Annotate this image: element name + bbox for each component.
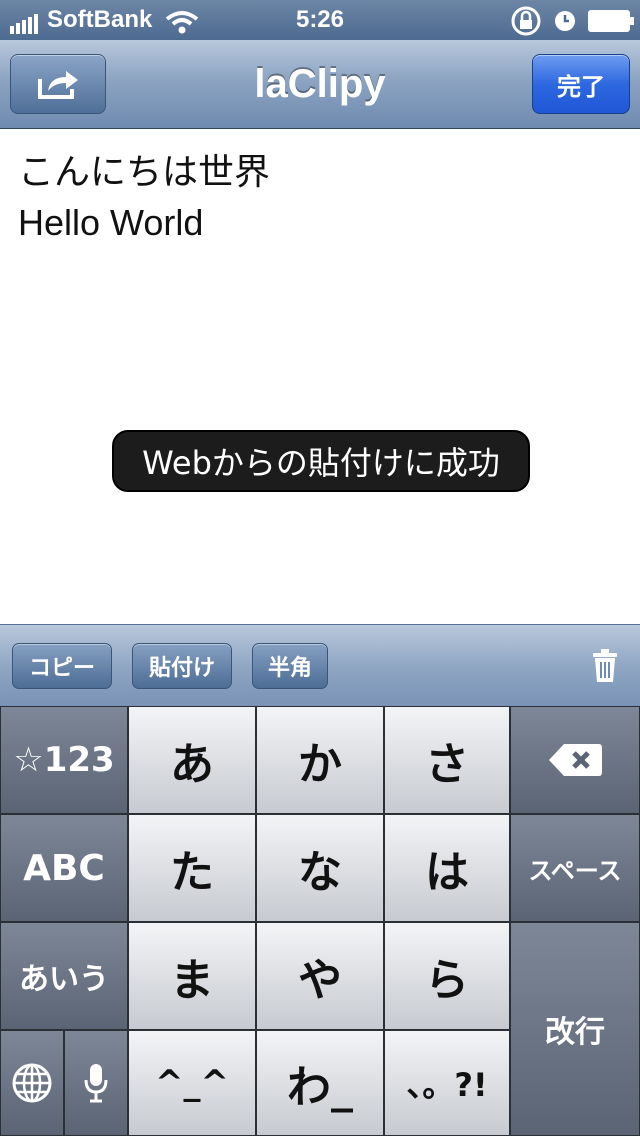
- toast-message: Webからの貼付けに成功: [112, 430, 530, 492]
- key-ka[interactable]: か: [256, 706, 384, 814]
- backspace-icon: [549, 744, 602, 776]
- key-ya[interactable]: や: [256, 922, 384, 1030]
- kana-mode-key[interactable]: あいう: [0, 922, 128, 1030]
- key-ma[interactable]: ま: [128, 922, 256, 1030]
- microphone-key[interactable]: [64, 1030, 128, 1136]
- alarm-clock-icon: [555, 11, 575, 31]
- copy-button[interactable]: コピー: [12, 643, 112, 689]
- symbols-key[interactable]: ☆123: [0, 706, 128, 814]
- text-editor[interactable]: こんにちは世界 Hello World: [18, 148, 622, 248]
- return-key[interactable]: 改行: [510, 922, 640, 1136]
- status-bar: SoftBank 5:26: [0, 0, 640, 40]
- key-na[interactable]: な: [256, 814, 384, 922]
- delete-key[interactable]: [510, 706, 640, 814]
- keyboard: ☆123 あ か さ ABC た な は スペース あいう ま や ら 改行 ^…: [0, 706, 640, 1136]
- key-a[interactable]: あ: [128, 706, 256, 814]
- globe-key[interactable]: [0, 1030, 64, 1136]
- navigation-bar: laClipy 完了: [0, 40, 640, 129]
- trash-icon[interactable]: [592, 649, 618, 683]
- key-ra[interactable]: ら: [384, 922, 510, 1030]
- halfwidth-button[interactable]: 半角: [252, 643, 328, 689]
- battery-icon: [588, 10, 634, 32]
- abc-key[interactable]: ABC: [0, 814, 128, 922]
- text-line-2: Hello World: [18, 202, 204, 243]
- status-indicators: [510, 6, 634, 36]
- paste-button[interactable]: 貼付け: [132, 643, 232, 689]
- key-ta[interactable]: た: [128, 814, 256, 922]
- text-line-1: こんにちは世界: [18, 152, 271, 193]
- key-wa[interactable]: わ_: [256, 1030, 384, 1136]
- key-sa[interactable]: さ: [384, 706, 510, 814]
- microphone-icon: [84, 1064, 108, 1103]
- key-punctuation[interactable]: 、。?!: [384, 1030, 510, 1136]
- key-emoticon[interactable]: ^_^: [128, 1030, 256, 1136]
- globe-icon: [12, 1063, 52, 1103]
- orientation-lock-icon: [511, 6, 541, 36]
- key-ha[interactable]: は: [384, 814, 510, 922]
- accessory-toolbar: コピー 貼付け 半角: [0, 624, 640, 707]
- done-button[interactable]: 完了: [532, 54, 630, 114]
- space-key[interactable]: スペース: [510, 814, 640, 922]
